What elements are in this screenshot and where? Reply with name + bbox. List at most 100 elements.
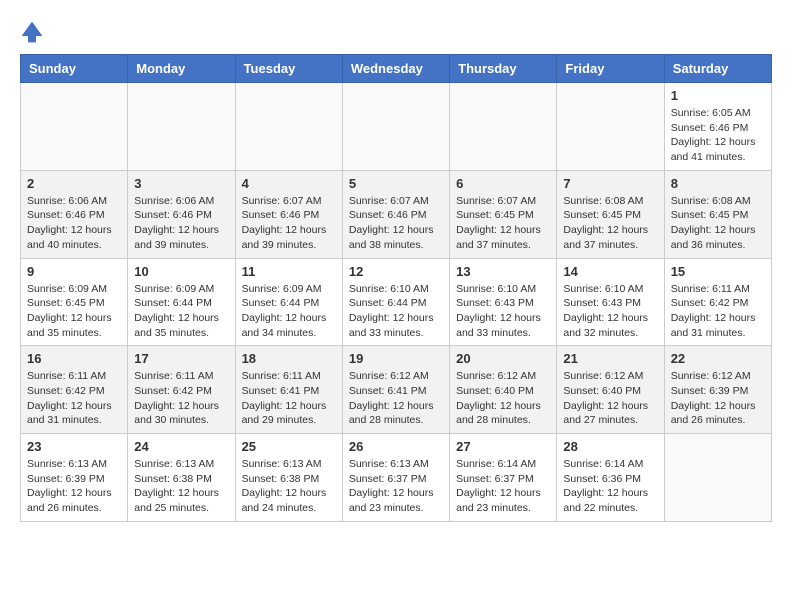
- calendar-cell: [128, 83, 235, 171]
- day-info: Sunrise: 6:14 AM Sunset: 6:36 PM Dayligh…: [563, 457, 657, 516]
- day-number: 3: [134, 176, 228, 191]
- day-number: 23: [27, 439, 121, 454]
- day-number: 13: [456, 264, 550, 279]
- day-number: 15: [671, 264, 765, 279]
- calendar-cell: 20 Sunrise: 6:12 AM Sunset: 6:40 PM Dayli…: [450, 346, 557, 434]
- day-header-tuesday: Tuesday: [235, 55, 342, 83]
- day-info: Sunrise: 6:12 AM Sunset: 6:39 PM Dayligh…: [671, 369, 765, 428]
- day-info: Sunrise: 6:10 AM Sunset: 6:44 PM Dayligh…: [349, 282, 443, 341]
- day-info: Sunrise: 6:08 AM Sunset: 6:45 PM Dayligh…: [671, 194, 765, 253]
- day-info: Sunrise: 6:12 AM Sunset: 6:40 PM Dayligh…: [456, 369, 550, 428]
- day-number: 6: [456, 176, 550, 191]
- day-number: 8: [671, 176, 765, 191]
- day-number: 12: [349, 264, 443, 279]
- calendar-cell: 9 Sunrise: 6:09 AM Sunset: 6:45 PM Daylig…: [21, 258, 128, 346]
- day-number: 11: [242, 264, 336, 279]
- calendar-cell: 13 Sunrise: 6:10 AM Sunset: 6:43 PM Dayli…: [450, 258, 557, 346]
- calendar-cell: 26 Sunrise: 6:13 AM Sunset: 6:37 PM Dayli…: [342, 434, 449, 522]
- week-row-1: 1 Sunrise: 6:05 AM Sunset: 6:46 PM Daylig…: [21, 83, 772, 171]
- calendar-cell: [450, 83, 557, 171]
- day-header-wednesday: Wednesday: [342, 55, 449, 83]
- day-number: 26: [349, 439, 443, 454]
- day-info: Sunrise: 6:11 AM Sunset: 6:41 PM Dayligh…: [242, 369, 336, 428]
- day-header-monday: Monday: [128, 55, 235, 83]
- day-header-thursday: Thursday: [450, 55, 557, 83]
- calendar-cell: 19 Sunrise: 6:12 AM Sunset: 6:41 PM Dayli…: [342, 346, 449, 434]
- calendar-cell: [664, 434, 771, 522]
- calendar-cell: 10 Sunrise: 6:09 AM Sunset: 6:44 PM Dayli…: [128, 258, 235, 346]
- day-info: Sunrise: 6:11 AM Sunset: 6:42 PM Dayligh…: [671, 282, 765, 341]
- day-number: 28: [563, 439, 657, 454]
- calendar-cell: 5Sunrise: 6:07 AM Sunset: 6:46 PM Daylig…: [342, 170, 449, 258]
- page-header: [20, 20, 772, 44]
- day-info: Sunrise: 6:12 AM Sunset: 6:41 PM Dayligh…: [349, 369, 443, 428]
- calendar-cell: 17 Sunrise: 6:11 AM Sunset: 6:42 PM Dayli…: [128, 346, 235, 434]
- day-number: 9: [27, 264, 121, 279]
- day-number: 1: [671, 88, 765, 103]
- day-info: Sunrise: 6:14 AM Sunset: 6:37 PM Dayligh…: [456, 457, 550, 516]
- day-number: 4: [242, 176, 336, 191]
- calendar-cell: 22 Sunrise: 6:12 AM Sunset: 6:39 PM Dayli…: [664, 346, 771, 434]
- day-info: Sunrise: 6:13 AM Sunset: 6:38 PM Dayligh…: [134, 457, 228, 516]
- day-info: Sunrise: 6:06 AM Sunset: 6:46 PM Dayligh…: [134, 194, 228, 253]
- day-info: Sunrise: 6:10 AM Sunset: 6:43 PM Dayligh…: [456, 282, 550, 341]
- day-info: Sunrise: 6:06 AM Sunset: 6:46 PM Dayligh…: [27, 194, 121, 253]
- day-number: 5: [349, 176, 443, 191]
- calendar-cell: 18 Sunrise: 6:11 AM Sunset: 6:41 PM Dayli…: [235, 346, 342, 434]
- day-number: 16: [27, 351, 121, 366]
- calendar-cell: 24Sunrise: 6:13 AM Sunset: 6:38 PM Dayli…: [128, 434, 235, 522]
- calendar-cell: 23 Sunrise: 6:13 AM Sunset: 6:39 PM Dayli…: [21, 434, 128, 522]
- day-number: 19: [349, 351, 443, 366]
- day-info: Sunrise: 6:13 AM Sunset: 6:37 PM Dayligh…: [349, 457, 443, 516]
- day-number: 17: [134, 351, 228, 366]
- calendar-cell: [557, 83, 664, 171]
- week-row-2: 2 Sunrise: 6:06 AM Sunset: 6:46 PM Daylig…: [21, 170, 772, 258]
- day-info: Sunrise: 6:05 AM Sunset: 6:46 PM Dayligh…: [671, 106, 765, 165]
- day-info: Sunrise: 6:11 AM Sunset: 6:42 PM Dayligh…: [134, 369, 228, 428]
- day-number: 10: [134, 264, 228, 279]
- day-info: Sunrise: 6:09 AM Sunset: 6:44 PM Dayligh…: [134, 282, 228, 341]
- calendar-cell: 25Sunrise: 6:13 AM Sunset: 6:38 PM Dayli…: [235, 434, 342, 522]
- day-number: 22: [671, 351, 765, 366]
- calendar-cell: 8 Sunrise: 6:08 AM Sunset: 6:45 PM Daylig…: [664, 170, 771, 258]
- calendar-cell: 21 Sunrise: 6:12 AM Sunset: 6:40 PM Dayli…: [557, 346, 664, 434]
- calendar-table: SundayMondayTuesdayWednesdayThursdayFrid…: [20, 54, 772, 522]
- calendar-cell: 15 Sunrise: 6:11 AM Sunset: 6:42 PM Dayli…: [664, 258, 771, 346]
- day-info: Sunrise: 6:12 AM Sunset: 6:40 PM Dayligh…: [563, 369, 657, 428]
- calendar-cell: 28 Sunrise: 6:14 AM Sunset: 6:36 PM Dayli…: [557, 434, 664, 522]
- week-row-5: 23 Sunrise: 6:13 AM Sunset: 6:39 PM Dayli…: [21, 434, 772, 522]
- day-info: Sunrise: 6:07 AM Sunset: 6:45 PM Dayligh…: [456, 194, 550, 253]
- calendar-cell: 2 Sunrise: 6:06 AM Sunset: 6:46 PM Daylig…: [21, 170, 128, 258]
- calendar-cell: 3 Sunrise: 6:06 AM Sunset: 6:46 PM Daylig…: [128, 170, 235, 258]
- day-number: 14: [563, 264, 657, 279]
- calendar-cell: 6 Sunrise: 6:07 AM Sunset: 6:45 PM Daylig…: [450, 170, 557, 258]
- calendar-cell: [235, 83, 342, 171]
- day-info: Sunrise: 6:11 AM Sunset: 6:42 PM Dayligh…: [27, 369, 121, 428]
- week-row-3: 9 Sunrise: 6:09 AM Sunset: 6:45 PM Daylig…: [21, 258, 772, 346]
- calendar-cell: 16 Sunrise: 6:11 AM Sunset: 6:42 PM Dayli…: [21, 346, 128, 434]
- day-number: 18: [242, 351, 336, 366]
- day-number: 25: [242, 439, 336, 454]
- day-info: Sunrise: 6:09 AM Sunset: 6:45 PM Dayligh…: [27, 282, 121, 341]
- day-number: 21: [563, 351, 657, 366]
- calendar-cell: 14Sunrise: 6:10 AM Sunset: 6:43 PM Dayli…: [557, 258, 664, 346]
- day-info: Sunrise: 6:09 AM Sunset: 6:44 PM Dayligh…: [242, 282, 336, 341]
- calendar-cell: 12 Sunrise: 6:10 AM Sunset: 6:44 PM Dayli…: [342, 258, 449, 346]
- day-header-friday: Friday: [557, 55, 664, 83]
- day-info: Sunrise: 6:07 AM Sunset: 6:46 PM Dayligh…: [242, 194, 336, 253]
- calendar-cell: 4 Sunrise: 6:07 AM Sunset: 6:46 PM Daylig…: [235, 170, 342, 258]
- day-number: 2: [27, 176, 121, 191]
- logo: [20, 20, 48, 44]
- calendar-cell: 1 Sunrise: 6:05 AM Sunset: 6:46 PM Daylig…: [664, 83, 771, 171]
- calendar-cell: [21, 83, 128, 171]
- day-header-saturday: Saturday: [664, 55, 771, 83]
- calendar-cell: 27Sunrise: 6:14 AM Sunset: 6:37 PM Dayli…: [450, 434, 557, 522]
- day-header-sunday: Sunday: [21, 55, 128, 83]
- day-number: 20: [456, 351, 550, 366]
- day-info: Sunrise: 6:13 AM Sunset: 6:39 PM Dayligh…: [27, 457, 121, 516]
- calendar-cell: 11 Sunrise: 6:09 AM Sunset: 6:44 PM Dayli…: [235, 258, 342, 346]
- day-number: 7: [563, 176, 657, 191]
- day-info: Sunrise: 6:08 AM Sunset: 6:45 PM Dayligh…: [563, 194, 657, 253]
- calendar-header-row: SundayMondayTuesdayWednesdayThursdayFrid…: [21, 55, 772, 83]
- calendar-cell: 7 Sunrise: 6:08 AM Sunset: 6:45 PM Daylig…: [557, 170, 664, 258]
